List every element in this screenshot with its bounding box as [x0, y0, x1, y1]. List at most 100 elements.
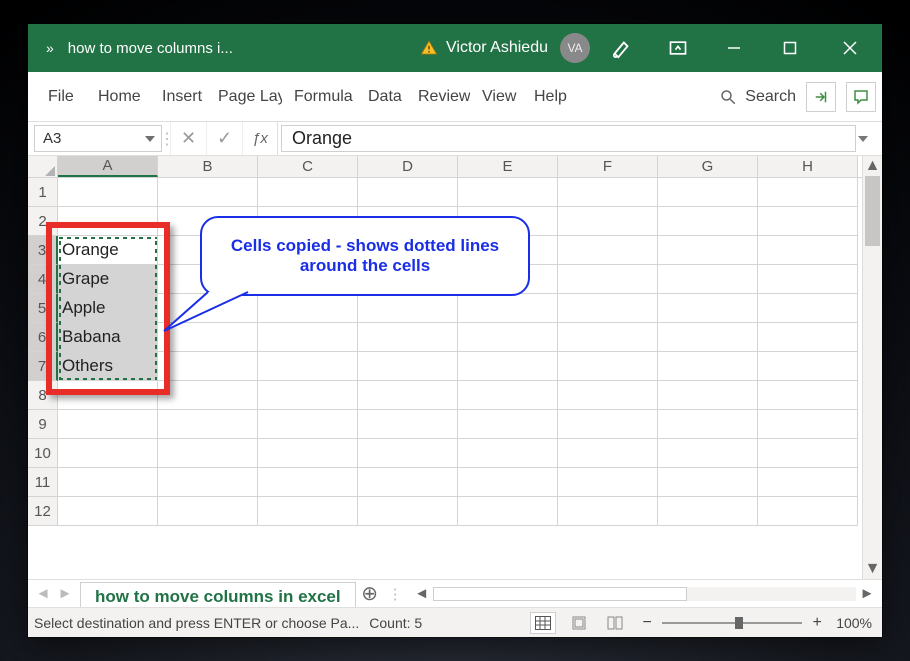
- cell-D11[interactable]: [358, 468, 458, 497]
- cell-H1[interactable]: [758, 178, 858, 207]
- cell-G10[interactable]: [658, 439, 758, 468]
- user-name[interactable]: Victor Ashiedu: [446, 39, 548, 57]
- window-close-button[interactable]: [822, 24, 878, 72]
- cell-A6[interactable]: Babana: [58, 323, 158, 352]
- column-header-G[interactable]: G: [658, 156, 758, 177]
- cell-G11[interactable]: [658, 468, 758, 497]
- cell-G8[interactable]: [658, 381, 758, 410]
- row-header-5[interactable]: 5: [28, 294, 58, 323]
- column-header-E[interactable]: E: [458, 156, 558, 177]
- window-maximize-button[interactable]: [766, 24, 814, 72]
- row-header-8[interactable]: 8: [28, 381, 58, 410]
- cell-A5[interactable]: Apple: [58, 294, 158, 323]
- column-header-A[interactable]: A: [58, 156, 158, 177]
- cell-B3[interactable]: [158, 236, 258, 265]
- vertical-scrollbar[interactable]: ▲ ▼: [862, 156, 882, 579]
- cell-A12[interactable]: [58, 497, 158, 526]
- cell-E4[interactable]: [458, 265, 558, 294]
- cell-C4[interactable]: [258, 265, 358, 294]
- cell-C1[interactable]: [258, 178, 358, 207]
- cell-D12[interactable]: [358, 497, 458, 526]
- zoom-out-button[interactable]: −: [638, 614, 656, 632]
- cell-D6[interactable]: [358, 323, 458, 352]
- cell-H9[interactable]: [758, 410, 858, 439]
- cell-B7[interactable]: [158, 352, 258, 381]
- cell-H8[interactable]: [758, 381, 858, 410]
- cell-E2[interactable]: [458, 207, 558, 236]
- cell-C12[interactable]: [258, 497, 358, 526]
- cell-E9[interactable]: [458, 410, 558, 439]
- share-button[interactable]: [806, 82, 836, 112]
- cell-F8[interactable]: [558, 381, 658, 410]
- cell-E1[interactable]: [458, 178, 558, 207]
- expand-formula-bar[interactable]: [858, 122, 882, 155]
- tab-file[interactable]: File: [38, 82, 86, 112]
- cell-B10[interactable]: [158, 439, 258, 468]
- cell-B9[interactable]: [158, 410, 258, 439]
- row-header-1[interactable]: 1: [28, 178, 58, 207]
- cell-E8[interactable]: [458, 381, 558, 410]
- cell-H10[interactable]: [758, 439, 858, 468]
- cell-F11[interactable]: [558, 468, 658, 497]
- cell-B5[interactable]: [158, 294, 258, 323]
- cell-E7[interactable]: [458, 352, 558, 381]
- cell-B6[interactable]: [158, 323, 258, 352]
- quick-access-more[interactable]: »: [42, 40, 60, 56]
- column-header-F[interactable]: F: [558, 156, 658, 177]
- cell-D10[interactable]: [358, 439, 458, 468]
- cell-G1[interactable]: [658, 178, 758, 207]
- tab-view[interactable]: View: [472, 82, 522, 112]
- cell-B8[interactable]: [158, 381, 258, 410]
- cell-G7[interactable]: [658, 352, 758, 381]
- scroll-up-button[interactable]: ▲: [863, 156, 882, 176]
- cell-D1[interactable]: [358, 178, 458, 207]
- cell-B2[interactable]: [158, 207, 258, 236]
- cell-H2[interactable]: [758, 207, 858, 236]
- zoom-knob[interactable]: [735, 617, 743, 629]
- tab-data[interactable]: Data: [358, 82, 406, 112]
- tab-page-layout[interactable]: Page Lay: [208, 82, 282, 112]
- row-header-9[interactable]: 9: [28, 410, 58, 439]
- cell-D7[interactable]: [358, 352, 458, 381]
- scroll-thumb[interactable]: [865, 176, 880, 246]
- scroll-left-button[interactable]: ◄: [413, 585, 431, 603]
- cell-C11[interactable]: [258, 468, 358, 497]
- cell-A9[interactable]: [58, 410, 158, 439]
- row-header-12[interactable]: 12: [28, 497, 58, 526]
- row-header-3[interactable]: 3: [28, 236, 58, 265]
- cell-A11[interactable]: [58, 468, 158, 497]
- sheet-tab-active[interactable]: how to move columns in excel: [80, 582, 356, 607]
- insert-function-button[interactable]: ƒx: [242, 122, 278, 155]
- confirm-formula-button[interactable]: ✓: [206, 122, 242, 155]
- cell-E12[interactable]: [458, 497, 558, 526]
- formula-input[interactable]: Orange: [281, 125, 856, 152]
- row-header-2[interactable]: 2: [28, 207, 58, 236]
- window-minimize-button[interactable]: [710, 24, 758, 72]
- cell-G6[interactable]: [658, 323, 758, 352]
- cell-D5[interactable]: [358, 294, 458, 323]
- row-header-6[interactable]: 6: [28, 323, 58, 352]
- cell-C10[interactable]: [258, 439, 358, 468]
- cell-F7[interactable]: [558, 352, 658, 381]
- row-header-11[interactable]: 11: [28, 468, 58, 497]
- cell-E5[interactable]: [458, 294, 558, 323]
- cell-G9[interactable]: [658, 410, 758, 439]
- cell-A8[interactable]: [58, 381, 158, 410]
- view-normal-button[interactable]: [530, 612, 556, 634]
- cell-C3[interactable]: [258, 236, 358, 265]
- column-header-H[interactable]: H: [758, 156, 858, 177]
- tab-insert[interactable]: Insert: [152, 82, 206, 112]
- cell-D8[interactable]: [358, 381, 458, 410]
- cell-H5[interactable]: [758, 294, 858, 323]
- cell-B1[interactable]: [158, 178, 258, 207]
- column-header-D[interactable]: D: [358, 156, 458, 177]
- zoom-track[interactable]: [662, 622, 802, 624]
- sheet-nav-prev[interactable]: ◄: [34, 585, 52, 603]
- cell-F6[interactable]: [558, 323, 658, 352]
- tab-help[interactable]: Help: [524, 82, 572, 112]
- cell-C7[interactable]: [258, 352, 358, 381]
- cell-E11[interactable]: [458, 468, 558, 497]
- cell-D9[interactable]: [358, 410, 458, 439]
- ribbon-display-options-icon[interactable]: [654, 24, 702, 72]
- cell-C9[interactable]: [258, 410, 358, 439]
